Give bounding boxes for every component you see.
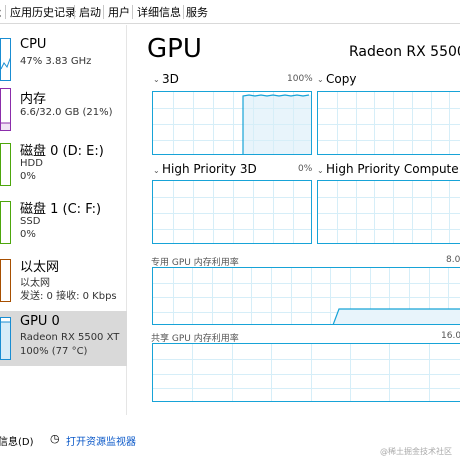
graph-hpcompute-plot (318, 181, 460, 243)
shared-memory-graph (152, 343, 460, 402)
open-resource-monitor-link[interactable]: 打开资源监视器 (66, 433, 136, 448)
sidebar-item-disk-1[interactable]: 磁盘 1 (C: F:) SSD 0% (0, 195, 127, 253)
graph-copy (317, 91, 460, 155)
graph-3d-label[interactable]: 3D (162, 72, 179, 86)
graph-hpcompute-label[interactable]: High Priority Compute (326, 162, 459, 176)
dedicated-memory-area (333, 309, 460, 324)
tab-divider (183, 5, 184, 19)
tab-startup[interactable]: 启动 (79, 4, 101, 20)
graph-3d-plot (153, 92, 311, 154)
cpu-thumbnail (0, 38, 11, 81)
summary-view-link[interactable]: 信息(D) (0, 433, 34, 448)
memory-thumbnail (0, 88, 11, 131)
chevron-down-icon[interactable]: ⌄ (153, 75, 160, 84)
graph-hp3d (152, 180, 312, 244)
sidebar-item-title: 内存 (20, 92, 47, 107)
sidebar-item-title: 磁盘 1 (C: F:) (20, 202, 102, 217)
graph-hp3d-plot (153, 181, 311, 243)
sidebar-item-throughput: 发送: 0 接收: 0 Kbps (20, 291, 117, 302)
sidebar-item-gpu-0[interactable]: GPU 0 Radeon RX 5500 XT 100% (77 °C) (0, 311, 127, 366)
graph-copy-plot (318, 92, 460, 154)
graph-hpcompute (317, 180, 460, 244)
sidebar-item-memory[interactable]: 内存 6.6/32.0 GB (21%) (0, 85, 127, 137)
sidebar-item-disk-0[interactable]: 磁盘 0 (D: E:) HDD 0% (0, 137, 127, 195)
tab-services[interactable]: 服务 (186, 4, 208, 20)
disk-1-thumbnail (0, 201, 11, 244)
sidebar-item-detail: 47% 3.83 GHz (20, 56, 92, 67)
chevron-down-icon[interactable]: ⌄ (317, 166, 324, 175)
sidebar-item-title: CPU (20, 37, 47, 52)
tab-bar: 能 应用历史记录 启动 用户 详细信息 服务 (0, 0, 460, 24)
dedicated-memory-graph (152, 267, 460, 325)
sidebar-item-title: 以太网 (20, 260, 60, 275)
graph-hp3d-label[interactable]: High Priority 3D (162, 162, 257, 176)
shared-memory-plot (153, 344, 460, 401)
sidebar-item-title: GPU 0 (20, 314, 60, 329)
sidebar-item-usage: 100% (77 °C) (20, 346, 88, 357)
sidebar-item-usage: 0% (20, 171, 36, 182)
chevron-down-icon[interactable]: ⌄ (317, 75, 324, 84)
sidebar-item-ethernet[interactable]: 以太网 以太网 发送: 0 接收: 0 Kbps (0, 253, 127, 311)
shared-memory-max: 16.0 (441, 331, 460, 341)
sidebar-item-detail: 6.6/32.0 GB (21%) (20, 107, 113, 118)
tab-details[interactable]: 详细信息 (137, 4, 181, 20)
sidebar-item-cpu[interactable]: CPU 47% 3.83 GHz (0, 35, 127, 85)
dedicated-memory-max: 8.0 (446, 255, 460, 265)
graph-copy-label[interactable]: Copy (326, 72, 356, 86)
page-title: GPU (147, 34, 202, 64)
gpu-device-name: Radeon RX 5500 (349, 44, 460, 60)
tab-users[interactable]: 用户 (108, 4, 130, 20)
watermark: @稀土掘金技术社区 (380, 447, 452, 456)
chevron-down-icon[interactable]: ⌄ (153, 166, 160, 175)
graph-hp3d-percent: 0% (298, 164, 313, 174)
sidebar-item-usage: 0% (20, 229, 36, 240)
tab-divider (74, 5, 75, 19)
ethernet-thumbnail (0, 259, 11, 302)
tab-performance[interactable]: 能 (0, 4, 1, 20)
disk-0-thumbnail (0, 143, 11, 186)
dedicated-memory-plot (153, 268, 460, 324)
tab-divider (132, 5, 133, 19)
tab-app-history[interactable]: 应用历史记录 (10, 4, 76, 20)
sidebar-item-model: Radeon RX 5500 XT (20, 332, 120, 343)
resource-monitor-icon[interactable]: ◷ (50, 432, 60, 445)
gpu-thumbnail (0, 317, 11, 360)
tab-divider (103, 5, 104, 19)
sidebar-item-title: 磁盘 0 (D: E:) (20, 144, 104, 159)
tab-divider (5, 5, 6, 19)
sidebar-item-type: SSD (20, 216, 41, 227)
graph-3d-percent: 100% (287, 74, 313, 84)
resource-sidebar: CPU 47% 3.83 GHz 内存 6.6/32.0 GB (21%) 磁盘… (0, 25, 127, 415)
sidebar-item-type: HDD (20, 158, 43, 169)
graph-3d (152, 91, 312, 155)
